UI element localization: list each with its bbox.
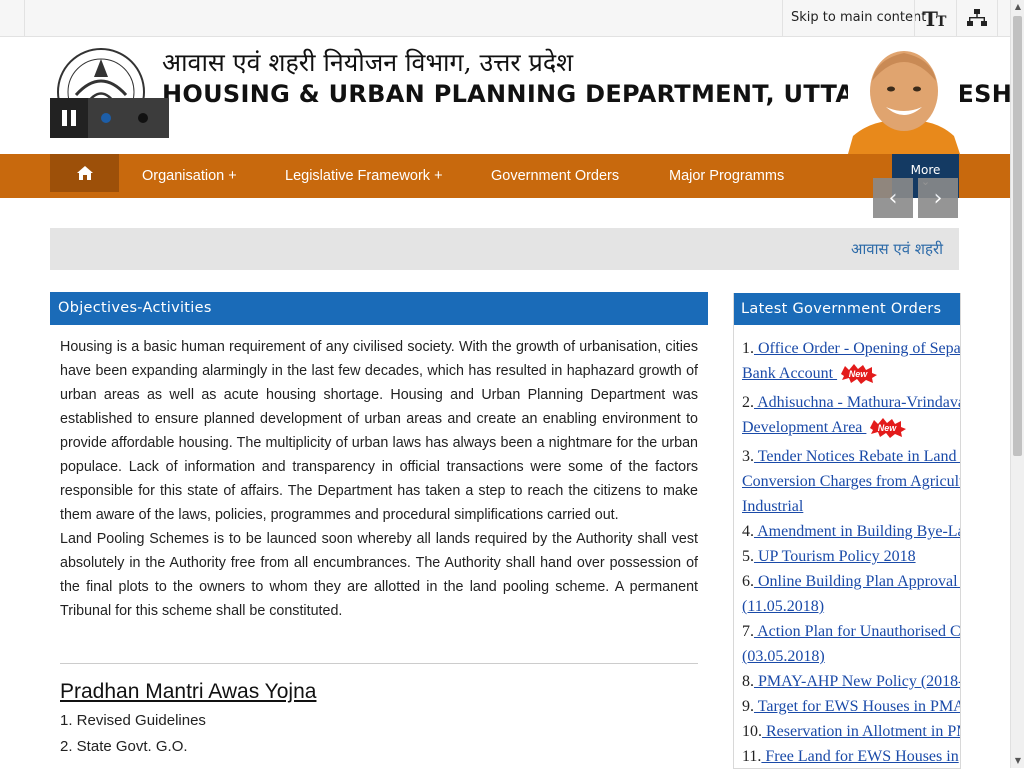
scroll-up-icon[interactable]: ▲ <box>1011 0 1024 14</box>
banner-slider-controls <box>50 98 169 138</box>
skip-to-main-content-link[interactable]: Skip to main content <box>782 0 934 36</box>
top-utility-bar: Skip to main content T T <box>0 0 1010 37</box>
objectives-paragraph-2: Land Pooling Schemes is to be launced so… <box>60 531 698 619</box>
new-badge-icon: New <box>841 364 878 385</box>
list-item: 1. Office Order - Opening of Separate Ba… <box>742 336 960 386</box>
list-item: 10. Reservation in Allotment in PMAY <box>742 719 960 744</box>
orders-heading: Latest Government Orders <box>734 293 960 325</box>
slider-dot[interactable] <box>138 113 148 123</box>
nav-item-organisation[interactable]: Organisation + <box>142 154 237 198</box>
list-item: 8. PMAY-AHP New Policy (2018-21) <box>742 669 960 694</box>
list-item: 2. Adhisuchna - Mathura-Vrindavan Develo… <box>742 390 960 440</box>
chevron-right-icon: › <box>933 185 943 211</box>
divider <box>24 0 25 36</box>
order-link-reservation-allotment[interactable]: Reservation in Allotment in PMAY <box>762 723 960 740</box>
department-title-hindi: आवास एवं शहरी नियोजन विभाग, उत्तर प्रदेश <box>162 48 574 77</box>
chief-minister-portrait <box>848 41 960 154</box>
list-item: 5. UP Tourism Policy 2018 <box>742 548 916 565</box>
pmay-title[interactable]: Pradhan Mantri Awas Yojna <box>60 680 698 704</box>
scrollbar-thumb[interactable] <box>1013 16 1022 456</box>
sitemap-button[interactable] <box>956 0 998 36</box>
order-link-pmay-ahp-policy[interactable]: PMAY-AHP New Policy (2018-21) <box>754 673 960 690</box>
svg-text:New: New <box>849 369 869 379</box>
order-link-free-land-ews[interactable]: Free Land for EWS Houses in <box>761 748 958 765</box>
news-ticker: आवास एवं शहरी <box>50 228 959 270</box>
list-item: 3. Tender Notices Rebate in Land Use Con… <box>742 444 960 519</box>
order-link-up-tourism-policy[interactable]: UP Tourism Policy 2018 <box>754 548 916 565</box>
order-link-action-plan[interactable]: Action Plan for Unauthorised Colonies (0… <box>742 623 960 665</box>
list-item: 7. Action Plan for Unauthorised Colonies… <box>742 619 960 669</box>
order-link-online-building-plan[interactable]: Online Building Plan Approval System (11… <box>742 573 960 615</box>
list-item: 4. Amendment in Building Bye-Laws <box>742 519 960 544</box>
carousel-prev-button[interactable]: ‹ <box>873 178 913 218</box>
order-link-building-bye-laws[interactable]: Amendment in Building Bye-Laws <box>754 523 960 540</box>
svg-text:T: T <box>936 14 947 28</box>
carousel-next-button[interactable]: › <box>918 178 958 218</box>
order-link-adhisuchna[interactable]: Adhisuchna - Mathura-Vrindavan Developme… <box>742 394 960 436</box>
nav-item-major-programms[interactable]: Major Programms <box>669 154 784 198</box>
objectives-paragraph-1: Housing is a basic human requirement of … <box>60 339 698 523</box>
order-link-tender-notices[interactable]: Tender Notices Rebate in Land Use Conver… <box>742 448 960 515</box>
main-navigation: Organisation + Legislative Framework + G… <box>0 154 1010 198</box>
objectives-panel: Objectives-Activities Housing is a basic… <box>50 292 708 768</box>
orders-list: 1. Office Order - Opening of Separate Ba… <box>734 325 960 768</box>
sitemap-icon <box>967 9 987 26</box>
pause-icon <box>62 110 67 126</box>
nav-home-button[interactable] <box>50 154 119 192</box>
text-size-button[interactable]: T T <box>914 0 957 36</box>
chevron-left-icon: ‹ <box>888 185 898 211</box>
pmay-item-state-govt-go[interactable]: 2. State Govt. G.O. <box>60 734 698 760</box>
list-item: 9. Target for EWS Houses in PMAY <box>742 694 960 719</box>
ticker-text[interactable]: आवास एवं शहरी <box>851 239 943 259</box>
latest-government-orders-panel: Latest Government Orders 1. Office Order… <box>733 293 961 769</box>
nav-item-government-orders[interactable]: Government Orders <box>491 154 619 198</box>
divider <box>60 663 698 664</box>
page-scrollbar[interactable]: ▲ ▼ <box>1010 0 1024 768</box>
nav-item-legislative-framework[interactable]: Legislative Framework + <box>285 154 443 198</box>
order-link-ews-target[interactable]: Target for EWS Houses in PMAY <box>754 698 960 715</box>
objectives-body: Housing is a basic human requirement of … <box>50 325 708 760</box>
list-item: 11. Free Land for EWS Houses in <box>742 748 959 765</box>
slider-dot-active[interactable] <box>101 113 111 123</box>
pause-slider-button[interactable] <box>50 98 88 138</box>
objectives-heading: Objectives-Activities <box>50 292 708 325</box>
home-icon <box>76 166 93 180</box>
scroll-down-icon[interactable]: ▼ <box>1011 754 1024 768</box>
new-badge-icon: New <box>870 418 907 439</box>
text-size-icon: T T <box>923 8 947 28</box>
svg-text:New: New <box>878 423 898 433</box>
pmay-item-revised-guidelines[interactable]: 1. Revised Guidelines <box>60 708 698 734</box>
list-item: 6. Online Building Plan Approval System … <box>742 569 960 619</box>
